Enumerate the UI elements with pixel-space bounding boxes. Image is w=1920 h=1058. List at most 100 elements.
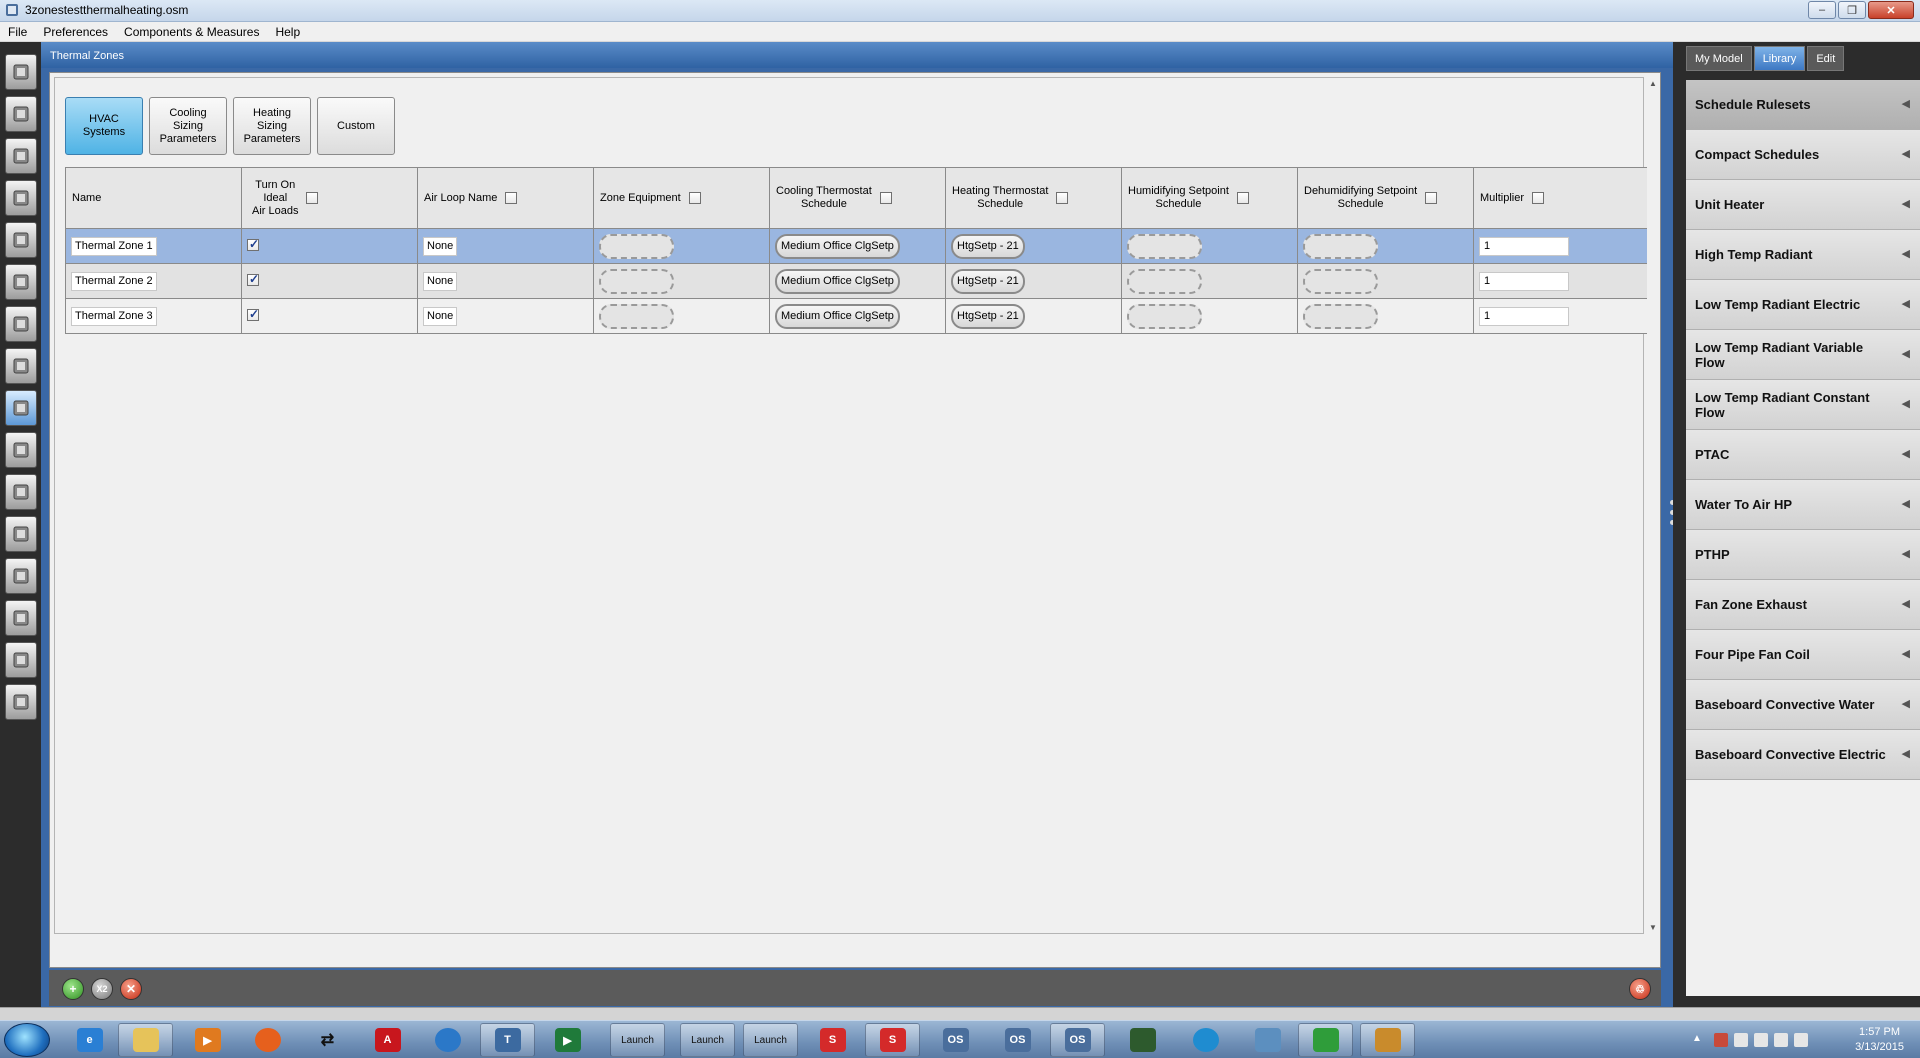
expand-arrow-icon[interactable]: ◀ xyxy=(1902,197,1910,210)
zone-equipment-drop-zone[interactable] xyxy=(599,268,674,294)
tab-heating-sizing-parameters[interactable]: Heating Sizing Parameters xyxy=(233,97,311,155)
multiplier-field[interactable]: 1 xyxy=(1479,271,1569,291)
expand-arrow-icon[interactable]: ◀ xyxy=(1902,297,1910,310)
delete-zone-button[interactable]: ✕ xyxy=(120,978,142,1000)
tray-icon[interactable] xyxy=(1754,1033,1768,1047)
cooling-schedule-pill[interactable]: Medium Office ClgSetp xyxy=(775,268,900,294)
building-summary-icon[interactable] xyxy=(5,474,37,510)
menu-preferences[interactable]: Preferences xyxy=(43,25,108,39)
menu-help[interactable]: Help xyxy=(275,25,300,39)
menu-components-measures[interactable]: Components & Measures xyxy=(124,25,259,39)
tab-my-model[interactable]: My Model xyxy=(1686,46,1752,71)
volume-icon[interactable] xyxy=(1794,1033,1808,1047)
multiplier-field[interactable]: 1 xyxy=(1479,306,1569,326)
results-summary-icon[interactable] xyxy=(5,684,37,720)
library-item[interactable]: PTHP ◀ xyxy=(1686,530,1920,580)
schedules-icon[interactable] xyxy=(5,96,37,132)
zone-name-field[interactable]: Thermal Zone 2 xyxy=(71,271,157,291)
zone-name-field[interactable]: Thermal Zone 1 xyxy=(71,236,157,256)
start-button[interactable] xyxy=(4,1023,50,1057)
select-all-checkbox[interactable] xyxy=(505,192,518,204)
expand-arrow-icon[interactable]: ◀ xyxy=(1902,697,1910,710)
library-item[interactable]: PTAC ◀ xyxy=(1686,430,1920,480)
table-row[interactable]: Thermal Zone 3 None Medium Office ClgSet… xyxy=(65,298,1649,334)
minimize-button[interactable]: – xyxy=(1808,1,1836,19)
menu-file[interactable]: File xyxy=(8,25,27,39)
tab-edit[interactable]: Edit xyxy=(1807,46,1845,71)
openstudio-icon-3[interactable]: OS xyxy=(1050,1023,1105,1057)
air-loop-name-field[interactable]: None xyxy=(423,271,458,291)
select-all-checkbox[interactable] xyxy=(1236,192,1249,204)
sketchup-icon[interactable]: S xyxy=(805,1023,860,1057)
launch-app-3[interactable]: Launch xyxy=(743,1023,798,1057)
geometry-icon[interactable] xyxy=(5,264,37,300)
zone-equipment-drop-zone[interactable] xyxy=(599,233,674,259)
expand-arrow-icon[interactable]: ◀ xyxy=(1902,647,1910,660)
tab-library[interactable]: Library xyxy=(1753,46,1806,71)
spaces-icon[interactable] xyxy=(5,348,37,384)
select-all-checkbox[interactable] xyxy=(1532,192,1545,204)
library-item[interactable]: Schedule Rulesets ◀ xyxy=(1686,80,1920,130)
library-item[interactable]: Compact Schedules ◀ xyxy=(1686,130,1920,180)
library-item[interactable]: Low Temp Radiant Electric ◀ xyxy=(1686,280,1920,330)
switch-icon[interactable]: ⇄ xyxy=(300,1023,355,1057)
network-icon[interactable] xyxy=(1774,1033,1788,1047)
heating-schedule-pill[interactable]: HtgSetp - 21 xyxy=(951,233,1025,259)
constructions-icon[interactable] xyxy=(5,138,37,174)
expand-arrow-icon[interactable]: ◀ xyxy=(1902,147,1910,160)
tab-custom[interactable]: Custom xyxy=(317,97,395,155)
humidifying-schedule-drop-zone[interactable] xyxy=(1127,303,1202,329)
air-loop-name-field[interactable]: None xyxy=(423,236,458,256)
select-all-checkbox[interactable] xyxy=(306,192,319,204)
media-player-icon[interactable]: ▶ xyxy=(180,1023,235,1057)
expand-arrow-icon[interactable]: ◀ xyxy=(1902,347,1910,360)
dehumidifying-schedule-drop-zone[interactable] xyxy=(1303,233,1378,259)
ideal-air-loads-checkbox[interactable] xyxy=(247,237,259,251)
table-row[interactable]: Thermal Zone 1 None Medium Office ClgSet… xyxy=(65,228,1649,264)
ie-icon[interactable]: e xyxy=(62,1023,117,1057)
simulation-settings-icon[interactable] xyxy=(5,558,37,594)
maximize-button[interactable]: ❐ xyxy=(1838,1,1866,19)
tray-expand-icon[interactable]: ▲ xyxy=(1692,1033,1706,1047)
zone-name-field[interactable]: Thermal Zone 3 xyxy=(71,306,157,326)
acrobat-icon[interactable]: A xyxy=(360,1023,415,1057)
heating-schedule-pill[interactable]: HtgSetp - 21 xyxy=(951,303,1025,329)
vertical-scrollbar[interactable]: ▲ ▼ xyxy=(1647,77,1659,934)
cooling-schedule-pill[interactable]: Medium Office ClgSetp xyxy=(775,233,900,259)
expand-arrow-icon[interactable]: ◀ xyxy=(1902,97,1910,110)
scroll-up-icon[interactable]: ▲ xyxy=(1649,79,1657,88)
expand-arrow-icon[interactable]: ◀ xyxy=(1902,547,1910,560)
close-button[interactable]: ✕ xyxy=(1868,1,1914,19)
select-all-checkbox[interactable] xyxy=(1425,192,1438,204)
app-bird-icon[interactable] xyxy=(420,1023,475,1057)
scripts-icon[interactable] xyxy=(5,600,37,636)
spreadsheet-icon[interactable] xyxy=(1298,1023,1353,1057)
firefox-icon[interactable] xyxy=(240,1023,295,1057)
air-loop-name-field[interactable]: None xyxy=(423,306,458,326)
outputs-icon[interactable] xyxy=(5,516,37,552)
explorer-icon[interactable] xyxy=(118,1023,173,1057)
library-item[interactable]: Unit Heater ◀ xyxy=(1686,180,1920,230)
copy-zone-button[interactable]: X2 xyxy=(91,978,113,1000)
openstudio-icon-1[interactable]: OS xyxy=(928,1023,983,1057)
select-all-checkbox[interactable] xyxy=(879,192,892,204)
tray-icon[interactable] xyxy=(1714,1033,1728,1047)
expand-arrow-icon[interactable]: ◀ xyxy=(1902,747,1910,760)
humidifying-schedule-drop-zone[interactable] xyxy=(1127,268,1202,294)
loads-icon[interactable] xyxy=(5,180,37,216)
dehumidifying-schedule-drop-zone[interactable] xyxy=(1303,268,1378,294)
launch-app-1[interactable]: Launch xyxy=(610,1023,665,1057)
ideal-air-loads-checkbox[interactable] xyxy=(247,272,259,286)
library-item[interactable]: High Temp Radiant ◀ xyxy=(1686,230,1920,280)
library-item[interactable]: Water To Air HP ◀ xyxy=(1686,480,1920,530)
table-row[interactable]: Thermal Zone 2 None Medium Office ClgSet… xyxy=(65,263,1649,299)
scroll-down-icon[interactable]: ▼ xyxy=(1649,923,1657,932)
globe-icon[interactable] xyxy=(1178,1023,1233,1057)
launch-app-2[interactable]: Launch xyxy=(680,1023,735,1057)
text-editor-icon[interactable]: T xyxy=(480,1023,535,1057)
dehumidifying-schedule-drop-zone[interactable] xyxy=(1303,303,1378,329)
multiplier-field[interactable]: 1 xyxy=(1479,236,1569,256)
thermal-zones-icon[interactable] xyxy=(5,390,37,426)
purge-button[interactable]: ♲ xyxy=(1629,978,1651,1000)
run-simulation-icon[interactable] xyxy=(5,642,37,678)
